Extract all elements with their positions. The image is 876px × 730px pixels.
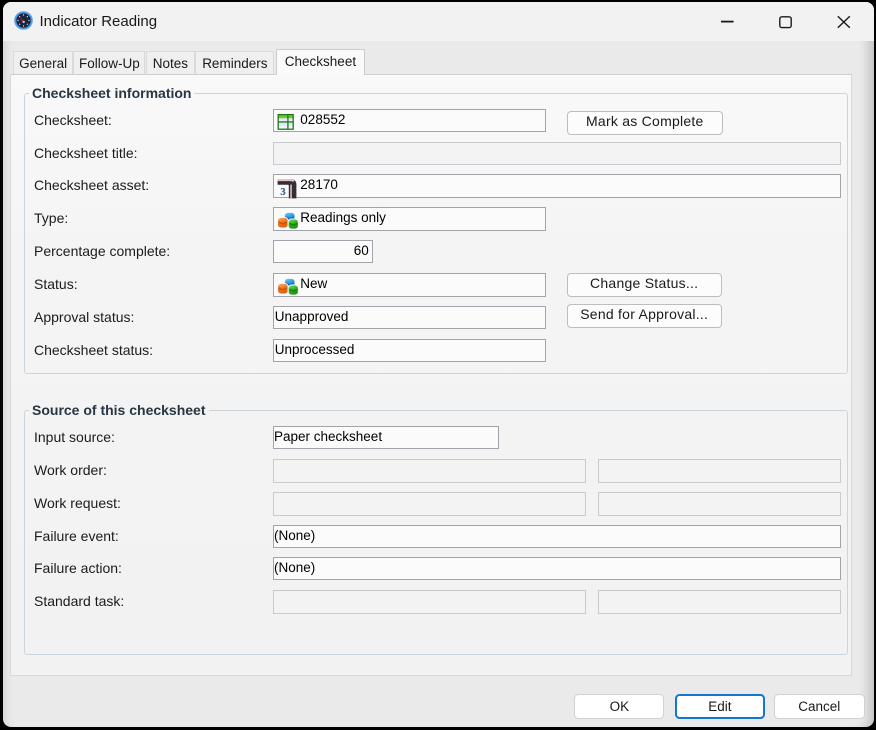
svg-text:3: 3 — [281, 187, 286, 198]
